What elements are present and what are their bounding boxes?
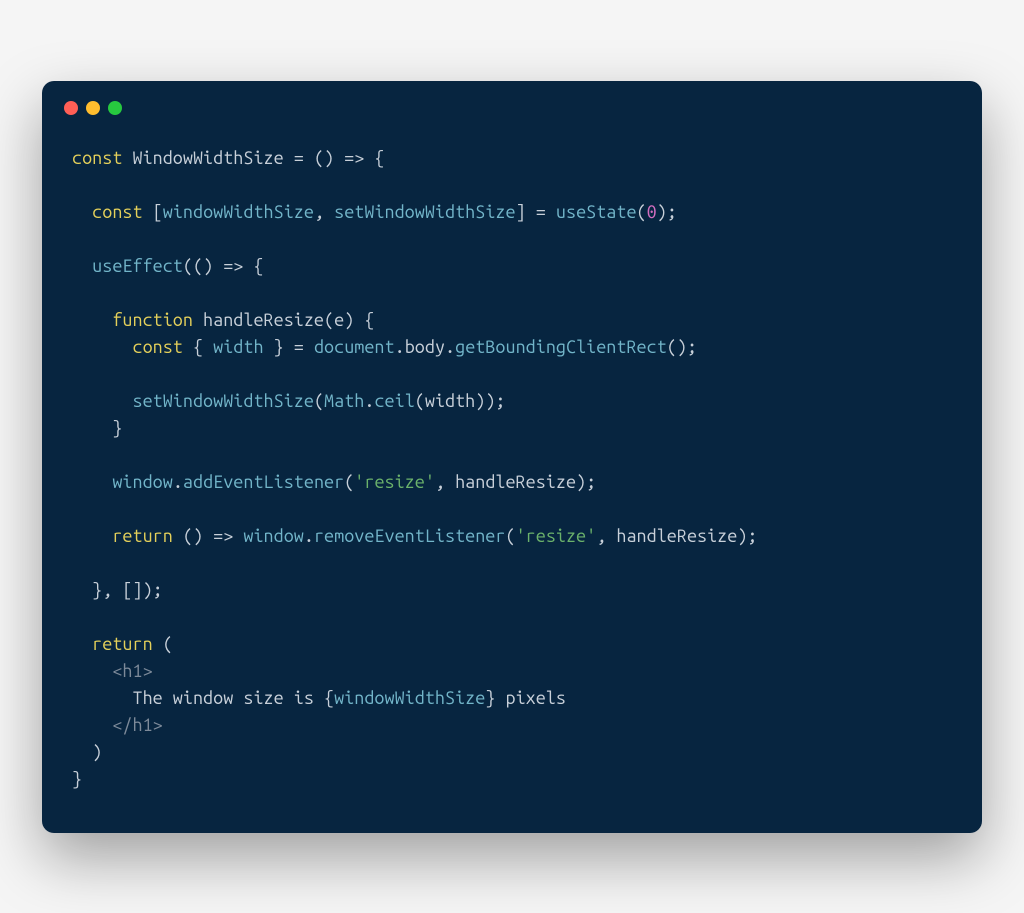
punct: ( xyxy=(153,634,173,654)
jsx-tag: </h1> xyxy=(112,715,162,735)
identifier: setWindowWidthSize xyxy=(334,202,515,222)
punct: , xyxy=(314,202,334,222)
identifier: WindowWidthSize xyxy=(122,148,293,168)
code-block: const WindowWidthSize = () => { const [w… xyxy=(72,145,952,793)
keyword-const: const xyxy=(72,148,122,168)
code-window: const WindowWidthSize = () => { const [w… xyxy=(42,81,982,833)
punct: } xyxy=(72,769,82,789)
window-titlebar xyxy=(42,81,982,125)
punct: (() => { xyxy=(183,256,264,276)
punct: . xyxy=(173,472,183,492)
fn-call: useState xyxy=(556,202,637,222)
jsx-text: pixels xyxy=(495,688,566,708)
builtin: document xyxy=(314,337,395,357)
punct: (); xyxy=(667,337,697,357)
punct: , handleResize); xyxy=(435,472,596,492)
keyword-function: function xyxy=(112,310,193,330)
fn-call: useEffect xyxy=(92,256,183,276)
number-literal: 0 xyxy=(647,202,657,222)
punct: , handleResize); xyxy=(596,526,757,546)
punct: ( xyxy=(637,202,647,222)
punct: ( xyxy=(344,472,354,492)
punct: . xyxy=(364,391,374,411)
punct: . xyxy=(304,526,314,546)
punct: ); xyxy=(657,202,677,222)
close-icon[interactable] xyxy=(64,101,78,115)
builtin: window xyxy=(243,526,303,546)
punct: . xyxy=(445,337,455,357)
fn-call: getBoundingClientRect xyxy=(455,337,667,357)
fn-call: addEventListener xyxy=(183,472,344,492)
punct: ( xyxy=(505,526,515,546)
punct: . xyxy=(395,337,405,357)
identifier: windowWidthSize xyxy=(163,202,314,222)
punct: () => xyxy=(173,526,244,546)
punct: }, []); xyxy=(92,580,163,600)
keyword-return: return xyxy=(92,634,152,654)
fn-call: ceil xyxy=(374,391,414,411)
punct: ( xyxy=(314,391,324,411)
punct: } = xyxy=(264,337,314,357)
keyword-const: const xyxy=(92,202,142,222)
punct: (width)); xyxy=(415,391,506,411)
zoom-icon[interactable] xyxy=(108,101,122,115)
minimize-icon[interactable] xyxy=(86,101,100,115)
jsx-tag: <h1> xyxy=(112,661,152,681)
identifier: windowWidthSize xyxy=(334,688,485,708)
identifier: handleResize xyxy=(193,310,324,330)
property: body xyxy=(405,337,445,357)
identifier: width xyxy=(213,337,263,357)
code-area: const WindowWidthSize = () => { const [w… xyxy=(42,125,982,833)
punct: } xyxy=(485,688,495,708)
keyword-const: const xyxy=(132,337,182,357)
keyword-return: return xyxy=(112,526,172,546)
string-literal: 'resize' xyxy=(354,472,435,492)
fn-call: setWindowWidthSize xyxy=(132,391,313,411)
arrow-fn: () => { xyxy=(314,148,385,168)
punct: ] = xyxy=(516,202,556,222)
builtin: window xyxy=(112,472,172,492)
punct: ) xyxy=(92,742,102,762)
punct: { xyxy=(183,337,213,357)
punct: [ xyxy=(143,202,163,222)
punct: } xyxy=(112,418,122,438)
punct: = xyxy=(294,148,314,168)
punct: { xyxy=(324,688,334,708)
builtin: Math xyxy=(324,391,364,411)
punct: (e) { xyxy=(324,310,374,330)
jsx-text: The window size is xyxy=(132,688,324,708)
fn-call: removeEventListener xyxy=(314,526,506,546)
string-literal: 'resize' xyxy=(516,526,597,546)
